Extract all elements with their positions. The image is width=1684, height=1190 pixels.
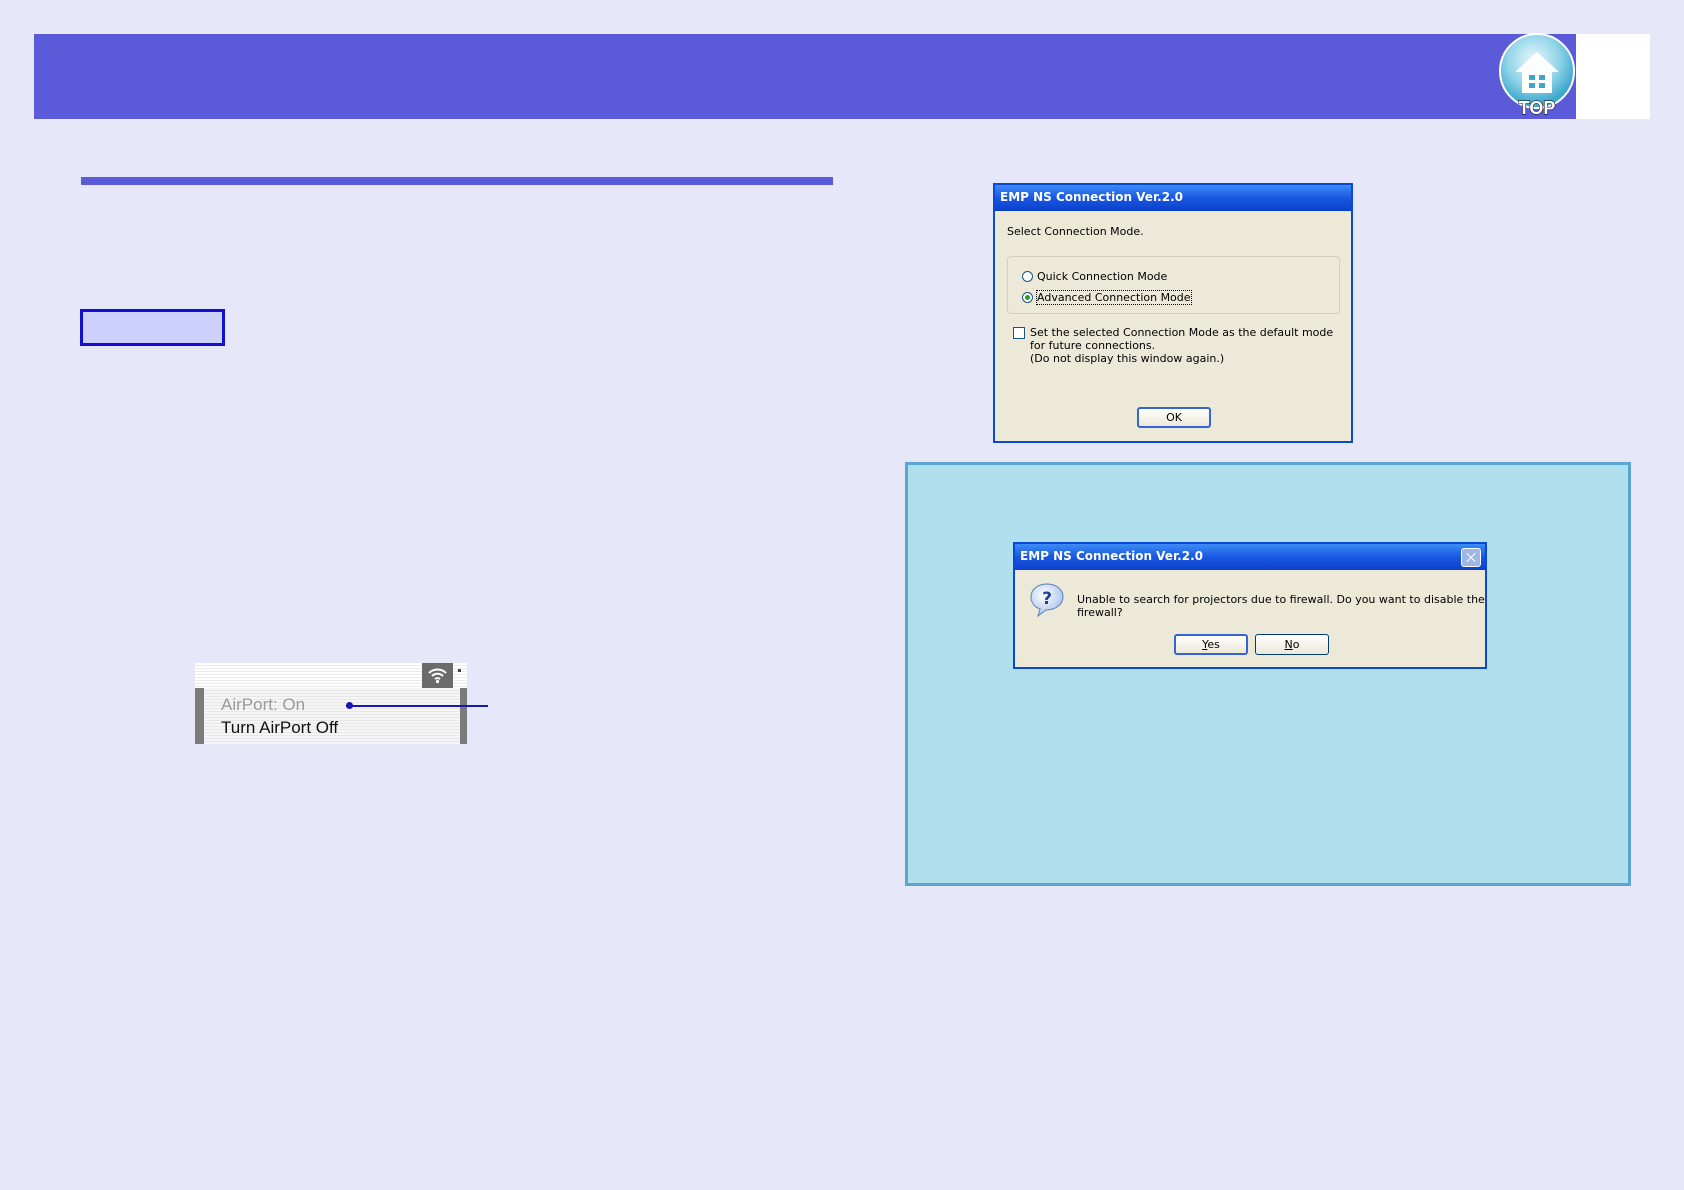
default-mode-label: Set the selected Connection Mode as the …	[1030, 326, 1334, 352]
airport-menu-screenshot: AirPort: On Turn AirPort Off	[195, 663, 467, 744]
header-band	[34, 34, 1576, 119]
wifi-icon	[428, 668, 447, 684]
dialog-title: EMP NS Connection Ver.2.0	[1000, 190, 1183, 204]
svg-text:?: ?	[1042, 589, 1052, 609]
firewall-dialog: EMP NS Connection Ver.2.0 ? Unable to se…	[1013, 542, 1487, 669]
connection-mode-dialog: EMP NS Connection Ver.2.0 Select Connect…	[993, 183, 1353, 443]
quick-connection-label: Quick Connection Mode	[1037, 270, 1168, 283]
connection-mode-group: Quick Connection Mode Advanced Connectio…	[1007, 256, 1340, 314]
turn-airport-off-item[interactable]: Turn AirPort Off	[221, 718, 338, 738]
question-icon: ?	[1029, 582, 1065, 618]
house-icon: TOP	[1499, 33, 1575, 119]
firewall-message: Unable to search for projectors due to f…	[1077, 593, 1485, 619]
top-label: TOP	[1519, 98, 1556, 118]
advanced-connection-label: Advanced Connection Mode	[1036, 290, 1192, 305]
default-mode-checkbox[interactable]	[1013, 327, 1025, 339]
menubar-edge-mark	[458, 669, 461, 672]
connection-mode-prompt: Select Connection Mode.	[1007, 225, 1144, 238]
default-mode-note: (Do not display this window again.)	[1030, 352, 1225, 365]
header-corner	[1576, 34, 1650, 119]
quick-connection-radio[interactable]: Quick Connection Mode	[1022, 270, 1167, 283]
ok-button[interactable]: OK	[1137, 407, 1211, 428]
airport-status-item: AirPort: On	[221, 695, 306, 714]
default-mode-checkbox-row[interactable]: Set the selected Connection Mode as the …	[1013, 326, 1342, 365]
close-icon[interactable]	[1461, 548, 1481, 567]
no-button[interactable]: No	[1255, 634, 1329, 655]
note-box	[905, 462, 1631, 886]
procedure-label-box	[80, 309, 225, 346]
callout-dot	[346, 702, 353, 709]
dialog-titlebar[interactable]: EMP NS Connection Ver.2.0	[995, 185, 1351, 211]
yes-button[interactable]: Yes	[1174, 634, 1248, 655]
dialog-titlebar[interactable]: EMP NS Connection Ver.2.0	[1015, 544, 1485, 570]
airport-menubar-item[interactable]	[422, 663, 453, 688]
radio-button[interactable]	[1022, 271, 1033, 282]
radio-button-selected[interactable]	[1022, 292, 1033, 303]
top-link-button[interactable]: TOP	[1496, 32, 1578, 120]
advanced-connection-radio[interactable]: Advanced Connection Mode	[1022, 290, 1192, 305]
section-rule	[81, 177, 833, 185]
callout-line	[346, 705, 488, 707]
dialog-title: EMP NS Connection Ver.2.0	[1020, 549, 1203, 563]
